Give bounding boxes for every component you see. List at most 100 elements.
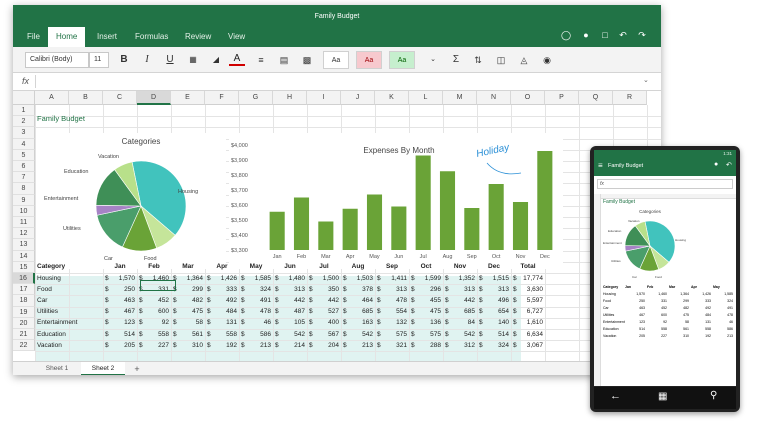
table-header-cell[interactable]: Aug: [341, 261, 375, 272]
column-header[interactable]: A: [35, 91, 69, 105]
phone-table-value[interactable]: 452: [647, 306, 667, 310]
phone-table-category[interactable]: Vacation: [603, 334, 616, 338]
column-header[interactable]: J: [341, 91, 375, 105]
row-header[interactable]: 9: [13, 194, 35, 206]
phone-formula-bar[interactable]: fx: [597, 179, 733, 189]
row-header[interactable]: 11: [13, 217, 35, 229]
phone-table-value[interactable]: 192: [691, 334, 711, 338]
row-header[interactable]: 4: [13, 138, 35, 150]
phone-table-value[interactable]: 324: [713, 299, 733, 303]
phone-table-value[interactable]: 558: [647, 327, 667, 331]
share-icon[interactable]: ●: [581, 30, 591, 40]
table-value-cell[interactable]: 350: [313, 284, 339, 295]
table-value-cell[interactable]: 296: [415, 284, 441, 295]
table-value-cell[interactable]: 140: [483, 317, 509, 328]
table-value-cell[interactable]: 213: [245, 340, 271, 351]
table-category-cell[interactable]: Housing: [37, 273, 99, 284]
windows-icon[interactable]: ▦: [658, 391, 667, 402]
table-value-cell[interactable]: 1,570: [109, 273, 135, 284]
phone-table-value[interactable]: 213: [713, 334, 733, 338]
table-value-cell[interactable]: 542: [449, 329, 475, 340]
row-header[interactable]: 5: [13, 149, 35, 161]
row-header[interactable]: 1: [13, 105, 35, 117]
phone-table-value[interactable]: 586: [713, 327, 733, 331]
row-header[interactable]: 21: [13, 329, 35, 341]
back-icon[interactable]: ←: [610, 390, 621, 402]
fill-color-icon[interactable]: ◢: [208, 52, 224, 68]
select-all-corner[interactable]: [13, 91, 35, 105]
table-value-cell[interactable]: 3,630: [517, 284, 543, 295]
table-value-cell[interactable]: 84: [449, 317, 475, 328]
table-value-cell[interactable]: 575: [415, 329, 441, 340]
table-value-cell[interactable]: 464: [347, 295, 373, 306]
lightbulb-icon[interactable]: ◯: [561, 30, 571, 40]
phone-undo-icon[interactable]: ↶: [726, 161, 732, 169]
table-value-cell[interactable]: 1,352: [449, 273, 475, 284]
table-value-cell[interactable]: 324: [483, 340, 509, 351]
phone-table-value[interactable]: 1,426: [691, 292, 711, 296]
table-value-cell[interactable]: 442: [279, 295, 305, 306]
phone-table-value[interactable]: 463: [625, 306, 645, 310]
table-value-cell[interactable]: 136: [415, 317, 441, 328]
phone-table-value[interactable]: 600: [647, 313, 667, 317]
phone-pie-chart[interactable]: Categories Housing Food Car Utilities En…: [602, 207, 702, 281]
undo-icon[interactable]: ↶: [618, 30, 628, 40]
phone-table-value[interactable]: 131: [691, 320, 711, 324]
align-left-icon[interactable]: ≡: [253, 52, 269, 68]
phone-table-value[interactable]: 58: [669, 320, 689, 324]
table-value-cell[interactable]: 313: [483, 284, 509, 295]
row-header[interactable]: 6: [13, 161, 35, 173]
insert-cells-icon[interactable]: ◫: [493, 52, 509, 68]
table-header-cell[interactable]: Dec: [477, 261, 511, 272]
row-header[interactable]: 2: [13, 116, 35, 128]
phone-table-value[interactable]: 123: [625, 320, 645, 324]
phone-table-value[interactable]: 250: [625, 299, 645, 303]
delete-cells-icon[interactable]: ◬: [516, 52, 532, 68]
table-value-cell[interactable]: 313: [381, 284, 407, 295]
phone-table-value[interactable]: 482: [669, 306, 689, 310]
column-header[interactable]: E: [171, 91, 205, 105]
table-value-cell[interactable]: 452: [143, 295, 169, 306]
row-header[interactable]: 20: [13, 317, 35, 329]
expand-formula-icon[interactable]: ⌄: [643, 76, 649, 84]
table-value-cell[interactable]: 478: [245, 306, 271, 317]
table-value-cell[interactable]: 685: [449, 306, 475, 317]
phone-table-value[interactable]: 514: [625, 327, 645, 331]
row-header[interactable]: 22: [13, 340, 35, 352]
table-category-cell[interactable]: Utilities: [37, 306, 99, 317]
phone-table-value[interactable]: 227: [647, 334, 667, 338]
table-value-cell[interactable]: 214: [279, 340, 305, 351]
table-value-cell[interactable]: 321: [381, 340, 407, 351]
font-size-box[interactable]: 11: [89, 52, 109, 68]
bar-apr[interactable]: [342, 208, 358, 250]
bar-dec[interactable]: [537, 151, 553, 250]
redo-icon[interactable]: ↷: [637, 30, 647, 40]
table-value-cell[interactable]: 46: [245, 317, 271, 328]
bar-mar[interactable]: [318, 221, 334, 251]
phone-table-value[interactable]: 484: [691, 313, 711, 317]
bar-jul[interactable]: [415, 155, 431, 251]
styles-dropdown-icon[interactable]: ⌄: [425, 52, 441, 68]
column-header[interactable]: K: [375, 91, 409, 105]
table-value-cell[interactable]: 487: [279, 306, 305, 317]
table-value-cell[interactable]: 132: [381, 317, 407, 328]
table-value-cell[interactable]: 163: [347, 317, 373, 328]
table-value-cell[interactable]: 1,426: [211, 273, 237, 284]
underline-button[interactable]: U: [162, 52, 178, 68]
column-header[interactable]: H: [273, 91, 307, 105]
phone-table-category[interactable]: Housing: [603, 292, 616, 296]
table-value-cell[interactable]: 558: [143, 329, 169, 340]
table-value-cell[interactable]: 105: [279, 317, 305, 328]
table-value-cell[interactable]: 227: [143, 340, 169, 351]
font-name-box[interactable]: Calibri (Body): [25, 52, 89, 68]
row-header[interactable]: 17: [13, 284, 35, 296]
table-value-cell[interactable]: 685: [347, 306, 373, 317]
tab-file[interactable]: File: [27, 32, 40, 41]
table-header-cell[interactable]: Feb: [137, 261, 171, 272]
phone-table-value[interactable]: 205: [625, 334, 645, 338]
phone-search-icon[interactable]: ⚲: [710, 390, 717, 401]
phone-table-value[interactable]: 310: [669, 334, 689, 338]
phone-table-value[interactable]: 475: [669, 313, 689, 317]
table-value-cell[interactable]: 250: [109, 284, 135, 295]
phone-table-value[interactable]: 299: [669, 299, 689, 303]
